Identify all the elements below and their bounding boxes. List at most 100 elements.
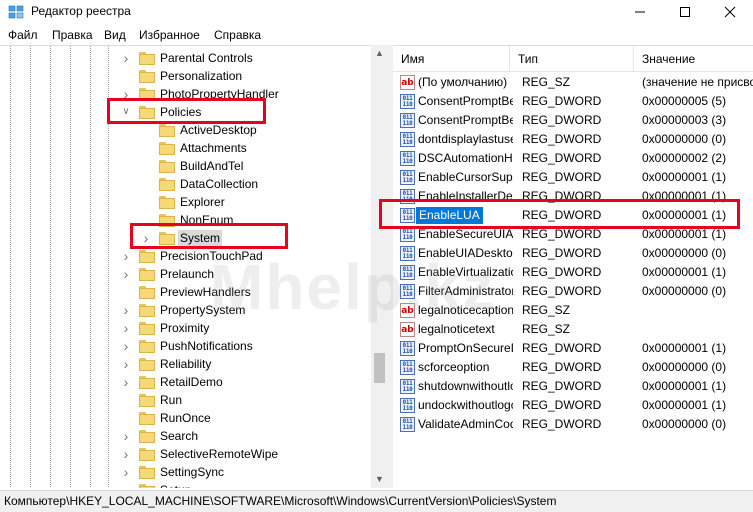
tree-item-parental controls[interactable]: › Parental Controls bbox=[0, 49, 370, 67]
column-name-header[interactable]: Имя bbox=[393, 46, 510, 72]
tree-item-label: Personalization bbox=[160, 69, 243, 83]
tree-item-photopropertyhandler[interactable]: › PhotoPropertyHandler bbox=[0, 85, 370, 103]
menu-view[interactable]: Вид bbox=[104, 28, 126, 42]
menu-file[interactable]: Файл bbox=[8, 28, 38, 42]
value-type-cell: REG_DWORD bbox=[522, 360, 602, 374]
tree-item-runonce[interactable]: RunOnce bbox=[0, 409, 370, 427]
chevron-right-icon[interactable]: › bbox=[121, 463, 131, 481]
value-name-cell: EnableLUA bbox=[416, 207, 483, 224]
chevron-right-icon[interactable]: › bbox=[121, 247, 131, 265]
tree-item-previewhandlers[interactable]: PreviewHandlers bbox=[0, 283, 370, 301]
chevron-right-icon[interactable]: › bbox=[121, 481, 131, 488]
tree-item-explorer[interactable]: Explorer bbox=[0, 193, 370, 211]
value-data-cell: 0x00000000 (0) bbox=[642, 360, 727, 374]
tree-item-personalization[interactable]: Personalization bbox=[0, 67, 370, 85]
column-data-header[interactable]: Значение bbox=[634, 46, 753, 72]
value-row[interactable]: 011 110 EnableLUA REG_DWORD 0x00000001 (1) bbox=[393, 206, 753, 225]
tree-item-label: RetailDemo bbox=[160, 375, 223, 389]
tree-item-propertysystem[interactable]: › PropertySystem bbox=[0, 301, 370, 319]
value-type-cell: REG_DWORD bbox=[522, 379, 602, 393]
value-row[interactable]: 011 110EnableCursorSuppression REG_DWORD 0… bbox=[393, 168, 753, 187]
dword-value-icon: 011 110 bbox=[400, 265, 415, 280]
registry-tree[interactable]: › Parental Controls Personalization › PhotoP… bbox=[0, 45, 388, 488]
value-row[interactable]: 011 110shutdownwithoutlogon REG_DWORD 0x00… bbox=[393, 377, 753, 396]
value-row[interactable]: 011 110FilterAdministratorToken REG_DWORD… bbox=[393, 282, 753, 301]
tree-item-activedesktop[interactable]: ActiveDesktop bbox=[0, 121, 370, 139]
chevron-right-icon[interactable]: › bbox=[121, 319, 131, 337]
list-header: Имя Тип Значение bbox=[393, 46, 753, 72]
value-data-cell: (значение не присвоено) bbox=[642, 75, 753, 89]
value-type-cell: REG_DWORD bbox=[522, 132, 602, 146]
tree-item-run[interactable]: Run bbox=[0, 391, 370, 409]
value-name-cell: scforceoption bbox=[418, 360, 490, 374]
value-row[interactable]: 011 110EnableSecureUIAPaths REG_DWORD 0x00… bbox=[393, 225, 753, 244]
scroll-thumb[interactable] bbox=[374, 353, 385, 383]
chevron-right-icon[interactable]: › bbox=[121, 427, 131, 445]
scroll-up-arrow-icon[interactable]: ▲ bbox=[371, 45, 388, 62]
scroll-down-arrow-icon[interactable]: ▼ bbox=[371, 471, 388, 488]
tree-item-selectiveremotewipe[interactable]: › SelectiveRemoteWipe bbox=[0, 445, 370, 463]
chevron-right-icon[interactable]: › bbox=[121, 265, 131, 283]
tree-item-nonenum[interactable]: NonEnum bbox=[0, 211, 370, 229]
folder-icon bbox=[159, 214, 175, 227]
value-row[interactable]: 011 110ConsentPromptBehaviorAdmin REG_DWO… bbox=[393, 92, 753, 111]
tree-item-datacollection[interactable]: DataCollection bbox=[0, 175, 370, 193]
tree-item-retaildemo[interactable]: › RetailDemo bbox=[0, 373, 370, 391]
tree-item-setup[interactable]: › Setup bbox=[0, 481, 370, 488]
value-type-cell: REG_SZ bbox=[522, 75, 571, 89]
values-list[interactable]: Имя Тип Значение ab (По умолчанию) REG_SZ(… bbox=[393, 45, 753, 488]
tree-item-pushnotifications[interactable]: › PushNotifications bbox=[0, 337, 370, 355]
tree-item-prelaunch[interactable]: › Prelaunch bbox=[0, 265, 370, 283]
chevron-right-icon[interactable]: › bbox=[121, 373, 131, 391]
tree-item-label: Run bbox=[160, 393, 183, 407]
tree-item-proximity[interactable]: › Proximity bbox=[0, 319, 370, 337]
value-name-cell: PromptOnSecureDesktop bbox=[418, 341, 513, 355]
value-row[interactable]: 011 110EnableInstallerDetection REG_DWORD… bbox=[393, 187, 753, 206]
tree-item-settingsync[interactable]: › SettingSync bbox=[0, 463, 370, 481]
minimize-button[interactable] bbox=[617, 0, 663, 23]
value-row[interactable]: 011 110dontdisplaylastusername REG_DWORD 0… bbox=[393, 130, 753, 149]
tree-scrollbar[interactable]: ▲ ▼ bbox=[371, 45, 388, 488]
value-row[interactable]: 011 110EnableVirtualization REG_DWORD 0x00… bbox=[393, 263, 753, 282]
tree-item-attachments[interactable]: Attachments bbox=[0, 139, 370, 157]
tree-item-label: Parental Controls bbox=[160, 51, 253, 65]
close-button[interactable] bbox=[707, 0, 753, 23]
column-type-header[interactable]: Тип bbox=[510, 46, 634, 72]
folder-icon bbox=[139, 106, 155, 119]
value-row[interactable]: ab legalnoticecaption REG_SZ bbox=[393, 301, 753, 320]
menu-edit[interactable]: Правка bbox=[52, 28, 93, 42]
value-row[interactable]: 011 110PromptOnSecureDesktop REG_DWORD 0x0… bbox=[393, 339, 753, 358]
tree-item-reliability[interactable]: › Reliability bbox=[0, 355, 370, 373]
chevron-right-icon[interactable]: › bbox=[121, 301, 131, 319]
value-data-cell: 0x00000001 (1) bbox=[642, 170, 727, 184]
value-name-cell: DSCAutomationHostEnabled bbox=[418, 151, 513, 165]
tree-item-search[interactable]: › Search bbox=[0, 427, 370, 445]
tree-item-policies[interactable]: ∨ Policies bbox=[0, 103, 370, 121]
chevron-right-icon[interactable]: › bbox=[121, 85, 131, 103]
value-row[interactable]: 011 110ValidateAdminCodeSignatures REG_DW… bbox=[393, 415, 753, 434]
value-name-cell: ValidateAdminCodeSignatures bbox=[418, 417, 513, 431]
tree-item-label: Reliability bbox=[160, 357, 212, 371]
value-row[interactable]: 011 110undockwithoutlogon REG_DWORD 0x0000… bbox=[393, 396, 753, 415]
value-row[interactable]: ab (По умолчанию) REG_SZ (значение не присв… bbox=[393, 73, 753, 92]
tree-item-precisiontouchpad[interactable]: › PrecisionTouchPad bbox=[0, 247, 370, 265]
tree-item-system[interactable]: › System bbox=[0, 229, 370, 247]
tree-item-label: DataCollection bbox=[180, 177, 259, 191]
value-type-cell: REG_DWORD bbox=[522, 227, 602, 241]
chevron-right-icon[interactable]: › bbox=[121, 49, 131, 67]
chevron-right-icon[interactable]: › bbox=[121, 337, 131, 355]
chevron-down-icon[interactable]: ∨ bbox=[121, 103, 131, 121]
status-bar: Компьютер\HKEY_LOCAL_MACHINE\SOFTWARE\Mi… bbox=[0, 490, 753, 512]
tree-item-buildandtel[interactable]: BuildAndTel bbox=[0, 157, 370, 175]
chevron-right-icon[interactable]: › bbox=[141, 229, 151, 247]
value-row[interactable]: 011 110DSCAutomationHostEnabled REG_DWORD… bbox=[393, 149, 753, 168]
value-row[interactable]: 011 110ConsentPromptBehaviorUser REG_DWOR… bbox=[393, 111, 753, 130]
menu-help[interactable]: Справка bbox=[214, 28, 261, 42]
value-row[interactable]: ab legalnoticetext REG_SZ bbox=[393, 320, 753, 339]
chevron-right-icon[interactable]: › bbox=[121, 355, 131, 373]
menu-favorites[interactable]: Избранное bbox=[139, 28, 200, 42]
maximize-button[interactable] bbox=[662, 0, 708, 23]
value-row[interactable]: 011 110EnableUIADesktopToggle REG_DWORD 0x… bbox=[393, 244, 753, 263]
chevron-right-icon[interactable]: › bbox=[121, 445, 131, 463]
value-row[interactable]: 011 110 scforceoption REG_DWORD 0x00000000 … bbox=[393, 358, 753, 377]
